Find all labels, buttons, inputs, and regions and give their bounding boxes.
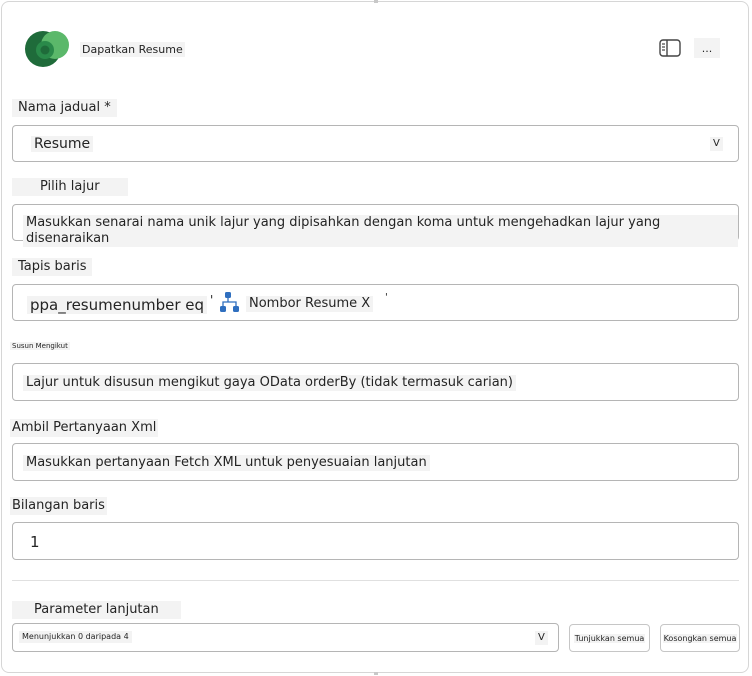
advanced-parameters-value: Menunjukkan 0 daripada 4: [19, 631, 132, 643]
advanced-parameters-label: Parameter lanjutan: [12, 601, 181, 619]
filter-expression-prefix: ppa_resumenumber eq: [27, 296, 208, 314]
advanced-parameters-dropdown[interactable]: Menunjukkan 0 daripada 4 V: [12, 623, 559, 652]
table-name-value: Resume: [31, 136, 94, 152]
action-title: Dapatkan Resume: [80, 42, 185, 57]
clear-all-label: Kosongkan semua: [662, 633, 738, 643]
select-columns-input[interactable]: Masukkan senarai nama unik lajur yang di…: [12, 204, 739, 247]
chevron-down-icon: V: [535, 631, 548, 645]
table-name-label: Nama jadual *: [12, 99, 117, 117]
show-all-button[interactable]: Tunjukkan semua: [569, 624, 650, 652]
sort-by-input[interactable]: Lajur untuk disusun mengikut gaya OData …: [12, 363, 739, 401]
show-all-label: Tunjukkan semua: [573, 633, 646, 643]
bottom-handle: [374, 672, 378, 675]
row-count-value: 1: [27, 534, 43, 550]
row-count-input[interactable]: 1: [12, 522, 739, 560]
flow-token-icon: [219, 291, 241, 319]
select-columns-label: Pilih lajur: [12, 178, 128, 196]
dataverse-logo-icon: [22, 28, 72, 68]
more-options-button[interactable]: ...: [694, 38, 720, 58]
fetch-xml-label: Ambil Pertanyaan Xml: [10, 419, 159, 437]
filter-rows-label: Tapis baris: [12, 258, 93, 276]
select-columns-placeholder: Masukkan senarai nama unik lajur yang di…: [23, 215, 738, 247]
panel-toggle-icon[interactable]: [658, 38, 682, 58]
row-count-label: Bilangan baris: [10, 497, 107, 515]
dynamic-token[interactable]: Nombor Resume X: [246, 296, 374, 312]
sort-by-placeholder: Lajur untuk disusun mengikut gaya OData …: [23, 375, 516, 391]
section-divider: [12, 580, 739, 581]
filter-rows-input[interactable]: ppa_resumenumber eq ' Nombor Resume X ': [12, 284, 739, 321]
fetch-xml-input[interactable]: Masukkan pertanyaan Fetch XML untuk peny…: [12, 443, 739, 481]
sort-by-label: Susun Mengikut: [10, 342, 70, 350]
fetch-xml-placeholder: Masukkan pertanyaan Fetch XML untuk peny…: [23, 455, 430, 471]
quote-close: ': [385, 292, 388, 303]
clear-all-button[interactable]: Kosongkan semua: [660, 624, 740, 652]
quote-open: ': [210, 293, 214, 307]
chevron-down-icon: V: [710, 137, 723, 151]
top-handle: [374, 0, 378, 3]
table-name-dropdown[interactable]: Resume V: [12, 125, 739, 162]
